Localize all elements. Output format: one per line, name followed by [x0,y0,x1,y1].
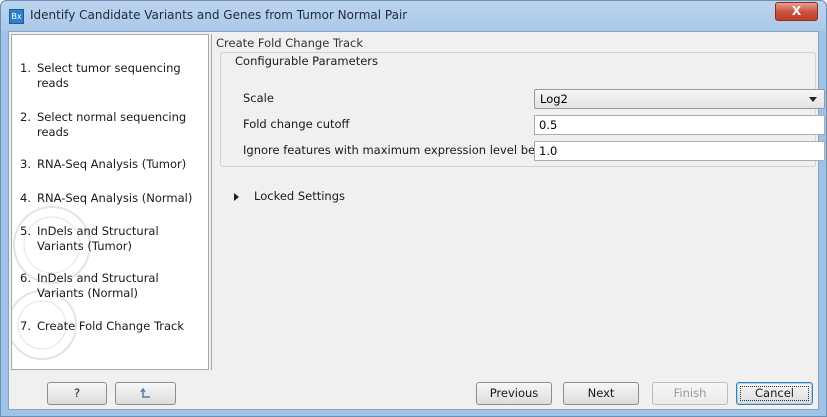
group-title: Configurable Parameters [233,54,381,68]
step-label: Select normal sequencing reads [37,110,187,139]
step-number: 1. [20,61,31,75]
dialog-window: Bx Identify Candidate Variants and Genes… [0,0,827,417]
step-number: 5. [20,224,31,238]
window-title: Identify Candidate Variants and Genes fr… [30,8,408,22]
step-label: RNA-Seq Analysis (Tumor) [37,157,187,171]
reset-button[interactable] [115,382,176,405]
step-label: Select tumor sequencing reads [37,61,181,90]
fold-change-cutoff-label: Fold change cutoff [243,117,350,131]
scale-select[interactable]: Log2 [534,89,825,109]
wizard-steps-sidebar: 1. Select tumor sequencing reads 2. Sele… [11,34,209,370]
step-number: 7. [20,319,31,333]
cancel-button[interactable]: Cancel [736,382,813,405]
ignore-features-label: Ignore features with maximum expression … [243,143,555,157]
panel-title: Create Fold Change Track [216,36,364,50]
step-number: 2. [20,110,31,124]
previous-button[interactable]: Previous [476,382,552,405]
step-label: RNA-Seq Analysis (Normal) [37,191,193,205]
locked-settings-label: Locked Settings [254,189,346,203]
focus-ring [740,386,809,401]
title-bar[interactable]: Bx Identify Candidate Variants and Genes… [1,1,826,31]
step-label: InDels and Structural Variants (Tumor) [37,224,159,253]
scale-selected-value: Log2 [540,92,568,106]
app-icon: Bx [9,9,24,24]
fold-change-cutoff-input[interactable]: 0.5 [534,115,825,135]
step-number: 4. [20,191,31,205]
scale-label: Scale [243,91,274,105]
dialog-body: 1. Select tumor sequencing reads 2. Sele… [8,31,825,410]
help-button[interactable]: ? [47,382,107,405]
step-number: 6. [20,271,31,285]
step-number: 3. [20,157,31,171]
chevron-down-icon [809,97,817,102]
expand-triangle-icon [234,193,239,201]
main-panel: Create Fold Change Track Configurable Pa… [211,34,825,370]
step-label: InDels and Structural Variants (Normal) [37,271,159,300]
finish-button[interactable]: Finish [652,382,728,405]
configurable-parameters-group: Configurable Parameters Scale Log2 Fold … [220,52,825,167]
step-label: Create Fold Change Track [37,319,185,333]
next-button[interactable]: Next [563,382,639,405]
close-button[interactable]: X [775,2,818,21]
reset-icon [139,387,150,398]
ignore-features-input[interactable]: 1.0 [534,141,825,161]
